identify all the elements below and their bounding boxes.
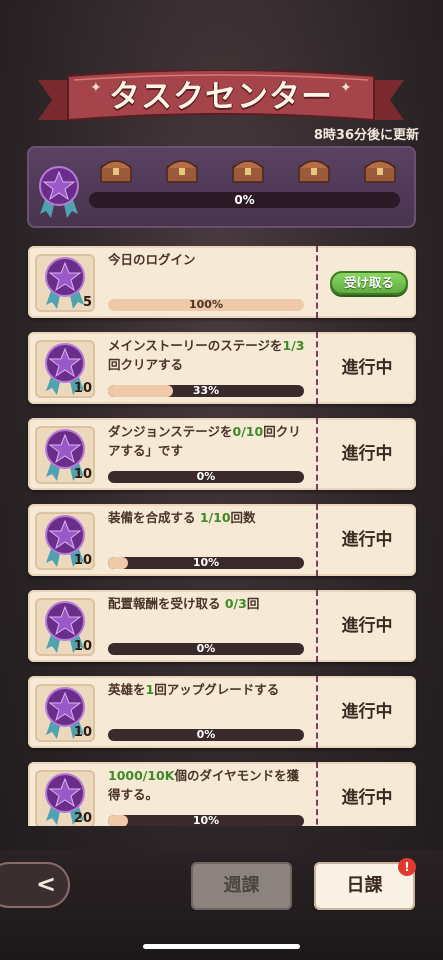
task-progress-label: 0% bbox=[196, 471, 216, 483]
task-card: 10 英雄を1回アップグレードする 0% 進行中 bbox=[28, 676, 416, 748]
overall-progress-bar: 0% bbox=[89, 192, 400, 208]
refresh-timer: 8時36分後に更新 bbox=[313, 128, 419, 143]
task-count: 1/10 bbox=[199, 510, 231, 525]
reward-box: 10 bbox=[35, 598, 95, 656]
chest-icon bbox=[232, 160, 264, 183]
medal-icon bbox=[43, 257, 87, 313]
task-card: 5 今日のログイン 100% 受け取る bbox=[28, 246, 416, 318]
divider bbox=[316, 676, 318, 748]
task-card: 20 1000/10K個のダイヤモンドを獲得する。 10% 進行中 bbox=[28, 762, 416, 826]
task-progress-bar: 10% bbox=[108, 815, 304, 826]
task-count: 1/3 bbox=[282, 338, 305, 353]
task-progress-label: 0% bbox=[196, 729, 216, 741]
task-count: 1000/10K bbox=[108, 768, 175, 783]
reward-count: 10 bbox=[73, 725, 92, 740]
status-in-progress: 進行中 bbox=[341, 788, 393, 808]
reward-count: 10 bbox=[73, 639, 92, 654]
divider bbox=[316, 762, 318, 826]
task-description: 装備を合成する 1/10回数 bbox=[108, 510, 256, 525]
status-in-progress: 進行中 bbox=[341, 702, 393, 722]
page-title: タスクセンター bbox=[109, 79, 333, 115]
task-description: 配置報酬を受け取る 0/3回 bbox=[108, 596, 260, 611]
divider bbox=[316, 504, 318, 576]
task-card: 10 配置報酬を受け取る 0/3回 0% 進行中 bbox=[28, 590, 416, 662]
reward-box: 10 bbox=[35, 426, 95, 484]
task-progress-bar: 0% bbox=[108, 729, 304, 741]
reward-box: 10 bbox=[35, 512, 95, 570]
reward-count: 10 bbox=[73, 553, 92, 568]
overall-progress-label: 0% bbox=[234, 193, 255, 207]
task-description: ダンジョンステージを0/10回クリアする」です bbox=[108, 424, 301, 458]
status-in-progress: 進行中 bbox=[341, 530, 393, 550]
reward-box: 5 bbox=[35, 254, 95, 312]
divider bbox=[316, 246, 318, 318]
overall-progress-panel: 0% bbox=[27, 146, 416, 228]
medal-icon bbox=[39, 166, 79, 218]
task-progress-bar: 33% bbox=[108, 385, 304, 397]
reward-box: 10 bbox=[35, 340, 95, 398]
task-progress-bar: 100% bbox=[108, 299, 304, 311]
reward-box: 10 bbox=[35, 684, 95, 742]
home-indicator bbox=[143, 944, 300, 949]
divider bbox=[316, 332, 318, 404]
task-progress-bar: 0% bbox=[108, 471, 304, 483]
task-description: メインストーリーのステージを1/3回クリアする bbox=[108, 338, 305, 372]
chest-icon bbox=[298, 160, 330, 183]
tab-weekly[interactable]: 週課 bbox=[191, 862, 292, 910]
task-progress-label: 10% bbox=[192, 815, 220, 826]
task-count: 1 bbox=[145, 682, 155, 697]
reward-count: 10 bbox=[73, 381, 92, 396]
task-list[interactable]: 5 今日のログイン 100% 受け取る 10 メインストーリーのステージを1/3回クリアす… bbox=[24, 246, 420, 826]
back-icon: < bbox=[35, 870, 57, 898]
title-banner: ✦ ✦ タスクセンター bbox=[38, 70, 404, 128]
task-progress-label: 0% bbox=[196, 643, 216, 655]
status-in-progress: 進行中 bbox=[341, 616, 393, 636]
divider bbox=[316, 418, 318, 490]
status-in-progress: 進行中 bbox=[341, 444, 393, 464]
task-card: 10 メインストーリーのステージを1/3回クリアする 33% 進行中 bbox=[28, 332, 416, 404]
task-progress-label: 100% bbox=[189, 299, 223, 311]
reward-count: 10 bbox=[73, 467, 92, 482]
back-button[interactable]: < bbox=[0, 862, 70, 908]
task-count: 0/3 bbox=[224, 596, 247, 611]
task-progress-bar: 10% bbox=[108, 557, 304, 569]
task-progress-label: 10% bbox=[192, 557, 220, 569]
task-description: 英雄を1回アップグレードする bbox=[108, 682, 280, 697]
status-in-progress: 進行中 bbox=[341, 358, 393, 378]
task-description: 1000/10K個のダイヤモンドを獲得する。 bbox=[108, 768, 300, 802]
alert-badge: ! bbox=[398, 858, 416, 876]
chest-icon bbox=[364, 160, 396, 183]
chest-icon bbox=[166, 160, 198, 183]
chest-icon bbox=[100, 160, 132, 183]
reward-count: 5 bbox=[82, 295, 92, 310]
task-card: 10 ダンジョンステージを0/10回クリアする」です 0% 進行中 bbox=[28, 418, 416, 490]
reward-count: 20 bbox=[73, 811, 92, 826]
divider bbox=[316, 590, 318, 662]
reward-box: 20 bbox=[35, 770, 95, 826]
task-card: 10 装備を合成する 1/10回数 10% 進行中 bbox=[28, 504, 416, 576]
task-progress-bar: 0% bbox=[108, 643, 304, 655]
claim-button[interactable]: 受け取る bbox=[330, 271, 408, 295]
task-description: 今日のログイン bbox=[108, 252, 196, 267]
task-progress-label: 33% bbox=[192, 385, 220, 397]
task-count: 0/10 bbox=[232, 424, 264, 439]
